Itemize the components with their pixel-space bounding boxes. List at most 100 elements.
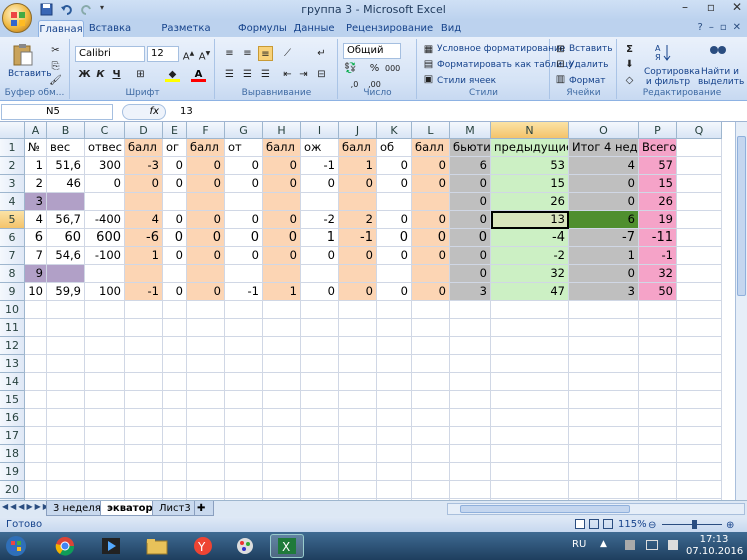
table-cell[interactable] bbox=[263, 265, 301, 283]
table-cell[interactable]: 300 bbox=[85, 157, 125, 175]
table-cell[interactable] bbox=[187, 319, 225, 337]
table-cell[interactable] bbox=[225, 373, 263, 391]
select-all-corner[interactable] bbox=[0, 122, 25, 139]
page-layout-view-icon[interactable] bbox=[589, 519, 599, 529]
row-header-9[interactable]: 9 bbox=[0, 283, 25, 301]
table-cell[interactable] bbox=[225, 391, 263, 409]
table-cell[interactable] bbox=[677, 319, 722, 337]
table-cell[interactable] bbox=[491, 391, 569, 409]
table-cell[interactable] bbox=[187, 193, 225, 211]
format-painter-icon[interactable]: 🖌 bbox=[48, 73, 63, 88]
table-cell[interactable]: 56,7 bbox=[47, 211, 85, 229]
table-cell[interactable] bbox=[450, 337, 491, 355]
volume-icon[interactable] bbox=[668, 540, 678, 550]
table-cell[interactable] bbox=[125, 481, 163, 499]
table-cell[interactable] bbox=[47, 355, 85, 373]
table-cell[interactable] bbox=[263, 481, 301, 499]
horizontal-scroll-thumb[interactable] bbox=[460, 505, 630, 513]
media-player-icon[interactable] bbox=[94, 534, 128, 558]
normal-view-icon[interactable] bbox=[575, 519, 585, 529]
align-top-icon[interactable]: ≡ bbox=[222, 46, 237, 61]
table-cell[interactable]: 0 bbox=[412, 175, 450, 193]
table-cell[interactable] bbox=[569, 409, 639, 427]
table-cell[interactable] bbox=[677, 283, 722, 301]
table-cell[interactable] bbox=[187, 445, 225, 463]
office-button[interactable] bbox=[2, 3, 32, 33]
table-cell[interactable] bbox=[450, 409, 491, 427]
table-cell[interactable] bbox=[187, 355, 225, 373]
table-cell[interactable]: 4 bbox=[569, 157, 639, 175]
table-cell[interactable]: 0 bbox=[125, 175, 163, 193]
row-header-3[interactable]: 3 bbox=[0, 175, 25, 193]
table-cell[interactable] bbox=[263, 355, 301, 373]
table-cell[interactable]: 0 bbox=[263, 211, 301, 229]
table-cell[interactable] bbox=[47, 337, 85, 355]
table-cell[interactable] bbox=[450, 355, 491, 373]
font-color-icon[interactable]: A bbox=[191, 67, 206, 82]
tab-page-layout[interactable]: Разметка страницы bbox=[140, 20, 232, 51]
table-cell[interactable] bbox=[569, 373, 639, 391]
table-cell[interactable]: -2 bbox=[301, 211, 339, 229]
clear-icon[interactable]: ◇ bbox=[622, 73, 637, 88]
table-cell[interactable]: 0 bbox=[412, 283, 450, 301]
currency-icon[interactable]: 💱 bbox=[343, 61, 358, 76]
table-cell[interactable] bbox=[85, 409, 125, 427]
column-header-b[interactable]: B bbox=[47, 122, 85, 139]
row-header-7[interactable]: 7 bbox=[0, 247, 25, 265]
table-cell[interactable]: 26 bbox=[639, 193, 677, 211]
table-cell[interactable] bbox=[125, 301, 163, 319]
table-cell[interactable] bbox=[85, 319, 125, 337]
table-cell[interactable]: 6 bbox=[569, 211, 639, 229]
language-indicator[interactable]: RU bbox=[572, 539, 586, 550]
table-cell[interactable] bbox=[639, 373, 677, 391]
table-cell[interactable] bbox=[85, 355, 125, 373]
table-cell[interactable] bbox=[47, 193, 85, 211]
grow-font-icon[interactable]: A▲ bbox=[181, 46, 196, 62]
table-cell[interactable]: 6 bbox=[25, 229, 47, 247]
table-cell[interactable]: 0 bbox=[377, 175, 412, 193]
table-cell[interactable] bbox=[225, 463, 263, 481]
table-cell[interactable]: 0 bbox=[225, 157, 263, 175]
table-cell[interactable] bbox=[677, 355, 722, 373]
table-cell[interactable] bbox=[377, 391, 412, 409]
table-cell[interactable]: 53 bbox=[491, 157, 569, 175]
row-header-13[interactable]: 13 bbox=[0, 355, 25, 373]
table-cell[interactable] bbox=[225, 427, 263, 445]
clock[interactable]: 17:13 07.10.2016 bbox=[686, 534, 743, 558]
vertical-scroll-thumb[interactable] bbox=[737, 136, 746, 296]
table-cell[interactable] bbox=[677, 427, 722, 445]
table-cell[interactable] bbox=[163, 427, 187, 445]
autosum-icon[interactable]: Σ bbox=[622, 42, 637, 57]
underline-button[interactable]: Ч bbox=[109, 67, 124, 82]
table-cell[interactable]: 2 bbox=[25, 175, 47, 193]
column-header-k[interactable]: K bbox=[377, 122, 412, 139]
ribbon-restore-icon[interactable]: ▫ bbox=[720, 22, 727, 33]
table-cell[interactable] bbox=[377, 445, 412, 463]
table-cell[interactable] bbox=[677, 157, 722, 175]
table-cell[interactable] bbox=[25, 301, 47, 319]
table-cell[interactable] bbox=[639, 337, 677, 355]
table-cell[interactable] bbox=[377, 463, 412, 481]
table-cell[interactable] bbox=[639, 355, 677, 373]
table-cell[interactable] bbox=[163, 265, 187, 283]
table-cell[interactable] bbox=[301, 355, 339, 373]
align-right-icon[interactable]: ☰ bbox=[258, 67, 273, 82]
tab-insert[interactable]: Вставка bbox=[88, 20, 132, 37]
table-cell[interactable] bbox=[569, 481, 639, 499]
table-cell[interactable] bbox=[85, 463, 125, 481]
table-cell[interactable] bbox=[301, 337, 339, 355]
file-explorer-icon[interactable] bbox=[140, 534, 174, 558]
battery-icon[interactable] bbox=[646, 540, 658, 550]
table-cell[interactable] bbox=[639, 445, 677, 463]
tray-arrow-icon[interactable]: ▲ bbox=[600, 539, 607, 549]
table-cell[interactable] bbox=[339, 481, 377, 499]
table-cell[interactable] bbox=[225, 409, 263, 427]
table-cell[interactable] bbox=[301, 427, 339, 445]
sheet-tab-week3[interactable]: 3 неделя bbox=[46, 501, 108, 516]
table-cell[interactable] bbox=[163, 445, 187, 463]
table-cell[interactable] bbox=[677, 193, 722, 211]
table-cell[interactable]: 0 bbox=[187, 211, 225, 229]
table-cell[interactable] bbox=[225, 193, 263, 211]
table-cell[interactable] bbox=[301, 193, 339, 211]
row-header-15[interactable]: 15 bbox=[0, 391, 25, 409]
